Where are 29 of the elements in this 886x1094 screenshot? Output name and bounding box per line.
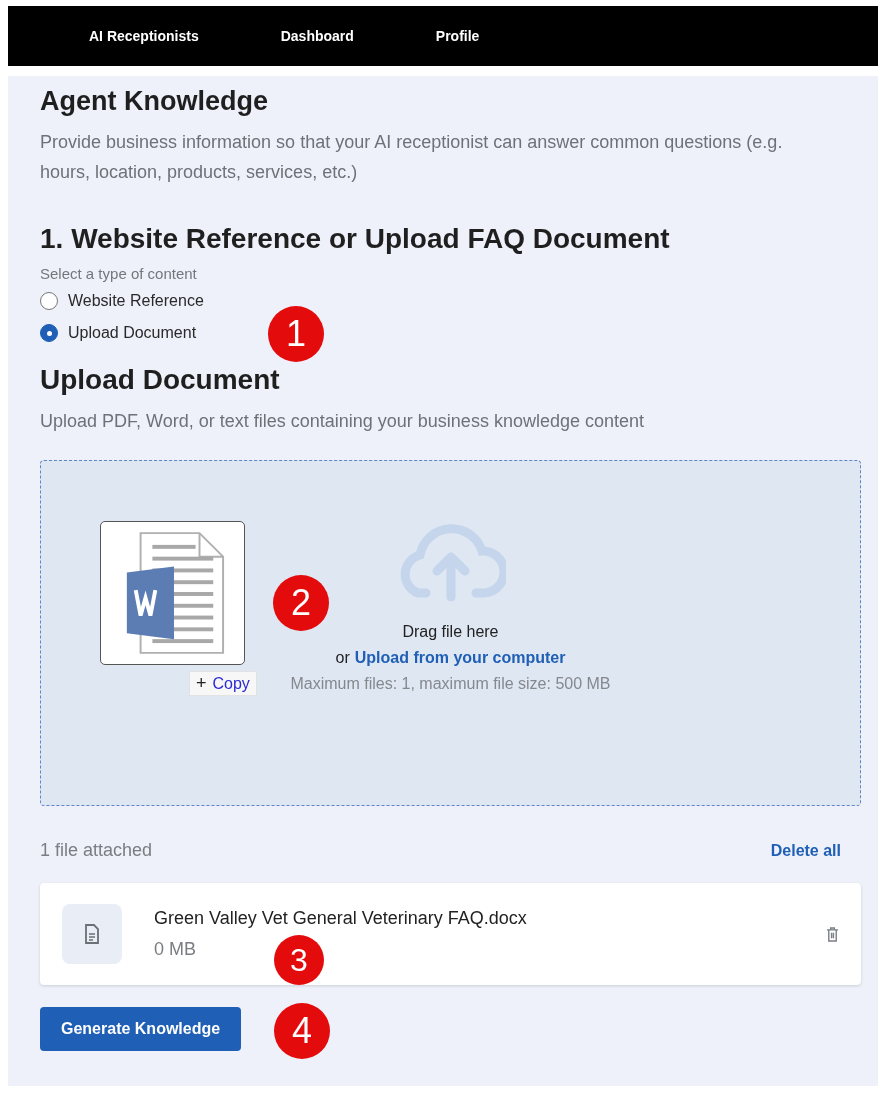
generate-knowledge-button[interactable]: Generate Knowledge xyxy=(40,1007,242,1051)
delete-all-link[interactable]: Delete all xyxy=(770,841,841,860)
upload-description: Upload PDF, Word, or text files containing your business knowledge content xyxy=(40,410,645,433)
file-icon xyxy=(62,904,122,964)
radio-label[interactable]: Website Reference xyxy=(68,292,204,310)
tooltip-label: Copy xyxy=(212,674,250,693)
nav-link[interactable]: Profile xyxy=(435,28,480,44)
step-number-badge: 2 xyxy=(273,575,329,631)
radio-label[interactable]: Upload Document xyxy=(68,324,197,342)
field-hint: Select a type of content xyxy=(40,265,198,282)
upload-title: Upload Document xyxy=(40,364,281,396)
page-description: Provide business information so that your AI receptionist can answer common questions (e.g. hours, location, products, services, etc.) xyxy=(40,131,784,184)
upload-link[interactable]: Upload from your computer xyxy=(354,649,566,667)
section-title: 1. Website Reference or Upload FAQ Document xyxy=(40,223,671,255)
drag-instruction: Drag file here xyxy=(402,623,499,641)
radio-button[interactable] xyxy=(40,324,58,342)
step-number-badge: 4 xyxy=(274,1003,330,1059)
page-title: Agent Knowledge xyxy=(40,86,269,117)
radio-button[interactable] xyxy=(40,292,58,310)
file-limits-text: Maximum files: 1, maximum file size: 500 MB xyxy=(290,675,611,693)
plus-icon: + xyxy=(196,673,207,694)
trash-icon[interactable] xyxy=(826,926,839,942)
step-number-badge: 3 xyxy=(274,935,324,985)
nav-link[interactable]: AI Receptionists xyxy=(89,28,199,44)
nav-link[interactable]: Dashboard xyxy=(280,28,354,44)
step-number-badge: 1 xyxy=(268,306,324,362)
attached-count: 1 file attached xyxy=(40,840,153,861)
or-text: or xyxy=(335,649,350,667)
file-name: Green Valley Vet General Veterinary FAQ.docx xyxy=(154,908,528,929)
